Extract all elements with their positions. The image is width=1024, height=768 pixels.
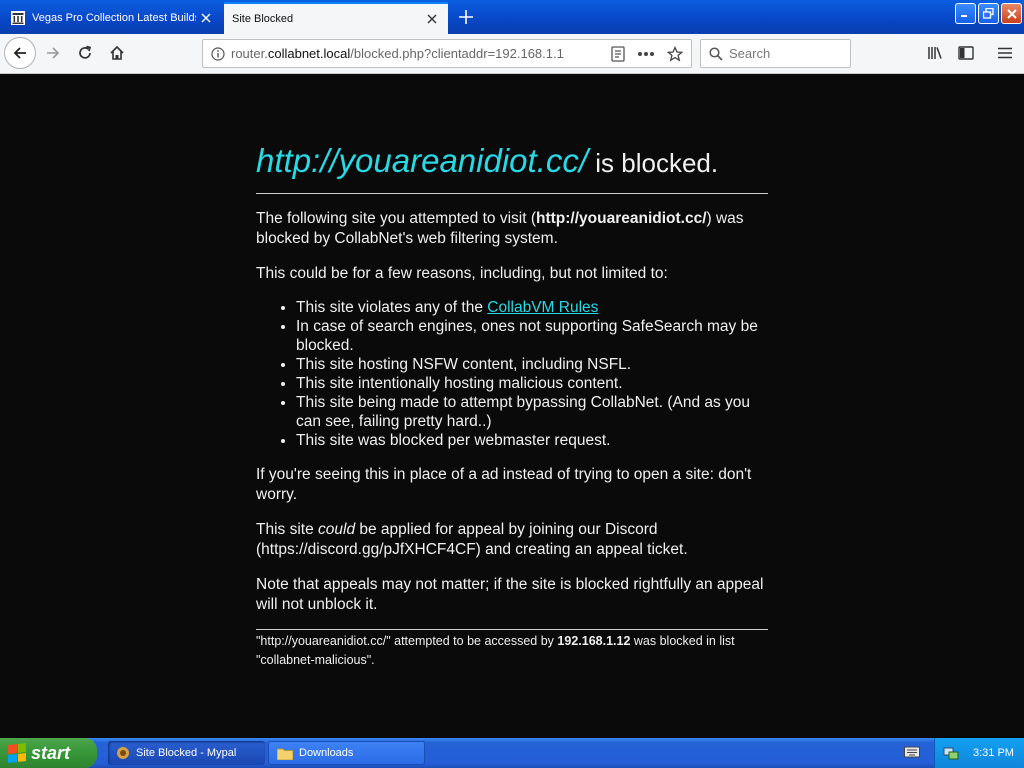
list-item: This site violates any of the CollabVM R… [296,298,768,317]
intro-text: The following site you attempted to visi… [256,210,536,227]
appeal-note: Note that appeals may not matter; if the… [256,576,764,613]
appeal-paragraph: This site could be applied for appeal by… [256,520,768,560]
page-actions-icon[interactable] [637,51,655,57]
reasons-list: This site violates any of the CollabVM R… [296,298,768,450]
restore-icon [983,8,994,19]
footer-divider [256,629,768,630]
appeal-text: This site [256,521,319,538]
url-domain: collabnet.local [267,46,351,61]
restore-button[interactable] [978,3,999,24]
close-tab-icon[interactable] [422,9,442,29]
close-window-button[interactable] [1001,3,1022,24]
tab-vegas-pro[interactable]: Vegas Pro Collection Latest Builds [2,2,222,34]
divider [256,193,768,194]
sidebar-button[interactable] [951,38,981,68]
close-tab-icon[interactable] [196,8,216,28]
collabvm-rules-link[interactable]: CollabVM Rules [487,299,598,316]
keyboard-icon[interactable] [904,745,920,759]
minimize-button[interactable] [955,3,976,24]
list-item: This site being made to attempt bypassin… [296,393,768,431]
heading-suffix: is blocked. [588,148,719,178]
library-building-icon [10,10,26,26]
intro-paragraph: The following site you attempted to visi… [256,209,768,249]
list-item: This site was blocked per webmaster requ… [296,431,768,450]
taskbar-item-label: Downloads [299,747,354,759]
clock[interactable]: 3:31 PM [973,747,1014,759]
bookmark-star-icon[interactable] [667,45,683,62]
url-prefix: router. [231,46,268,61]
start-button[interactable]: start [0,738,97,768]
tab-title: Vegas Pro Collection Latest Builds [32,12,196,24]
arrow-left-icon [13,47,26,59]
tab-site-blocked[interactable]: Site Blocked [224,2,448,34]
network-icon[interactable] [943,745,959,761]
url-path: /blocked.php?clientaddr=192.168.1.1 [350,46,564,61]
appeal-emphasis: could [318,521,356,538]
navigation-toolbar: router.collabnet.local/blocked.php?clien… [0,34,1024,74]
arrow-right-icon [47,47,60,59]
start-label: start [31,742,71,763]
hamburger-menu-icon [998,47,1012,59]
sidebar-icon [958,46,974,60]
window-controls [955,3,1022,24]
menu-button[interactable] [990,38,1020,68]
address-bar[interactable]: router.collabnet.local/blocked.php?clien… [202,39,692,68]
taskbar-item-downloads[interactable]: Downloads [268,741,425,765]
reason-text: This site violates any of the [296,299,488,316]
tab-title: Site Blocked [232,13,294,25]
footer-note: "http://youareanidiot.cc/" attempted to … [256,632,768,670]
forward-button[interactable] [38,38,68,68]
new-tab-button[interactable] [452,4,480,30]
list-item: This site intentionally hosting maliciou… [296,374,768,393]
plus-icon [459,10,473,24]
taskbar-item-label: Site Blocked - Mypal [136,747,237,759]
folder-icon [277,748,293,760]
list-item: This site hosting NSFW content, includin… [296,355,768,374]
reasons-intro: This could be for a few reasons, includi… [256,265,668,282]
reload-button[interactable] [70,38,100,68]
windows-logo-icon [8,743,26,763]
minimize-icon [961,15,967,17]
footer-text: "http://youareanidiot.cc/" attempted to … [256,634,558,648]
reader-view-icon[interactable] [611,45,625,62]
list-item: In case of search engines, ones not supp… [296,317,768,355]
url-text[interactable]: router.collabnet.local/blocked.php?clien… [231,46,599,61]
intro-blocked-url: http://youareanidiot.cc/ [536,210,707,227]
page-viewport[interactable]: http://youareanidiot.cc/ is blocked. The… [0,75,1024,738]
search-input[interactable] [729,46,829,61]
system-tray: 3:31 PM [934,738,1024,768]
info-icon[interactable] [211,46,225,61]
blocked-message: http://youareanidiot.cc/ is blocked. The… [256,141,768,670]
ad-note: If you're seeing this in place of a ad i… [256,466,752,503]
library-button[interactable] [920,38,950,68]
home-button[interactable] [102,38,132,68]
back-button[interactable] [4,37,36,69]
library-icon [928,47,942,59]
taskbar: start Site Blocked - Mypal Downloads 3:3… [0,738,1024,768]
search-icon [709,46,723,61]
taskbar-item-mypal[interactable]: Site Blocked - Mypal [108,741,265,765]
page-title: http://youareanidiot.cc/ is blocked. [256,141,768,183]
mypal-browser-icon [117,747,129,759]
blocked-url-heading: http://youareanidiot.cc/ [256,142,589,179]
search-bar[interactable] [700,39,851,68]
home-icon [110,45,124,60]
client-ip: 192.168.1.12 [557,634,631,648]
reload-icon [79,45,92,59]
tab-strip: Vegas Pro Collection Latest Builds Site … [0,0,1024,34]
close-icon [1006,8,1017,19]
